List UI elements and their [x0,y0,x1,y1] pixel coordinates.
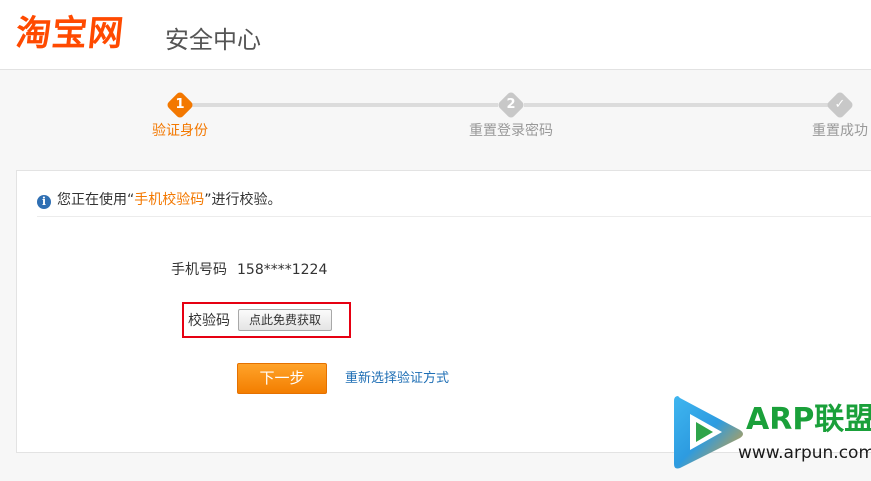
play-logo-icon [674,396,743,469]
step-2-label: 重置登录密码 [469,123,553,139]
phone-label: 手机号码 [171,262,227,278]
code-row-highlight: 校验码 点此免费获取 [182,302,351,338]
code-label: 校验码 [188,313,230,329]
progress-steps: 1 2 ✓ 验证身份 重置登录密码 重置成功 [0,70,871,170]
reselect-method-link[interactable]: 重新选择验证方式 [345,370,449,388]
checkmark-icon: ✓ [834,97,846,112]
notice-prefix: 您正在使用 [57,192,127,208]
watermark-brand: ARP联盟 [746,402,871,437]
notice-suffix: 进行校验。 [211,192,282,208]
step-1-number: 1 [175,97,185,112]
step-connector-2 [524,103,830,107]
divider [37,216,871,217]
step-1-marker: 1 [165,90,195,120]
notice-method: 手机校验码 [134,192,205,208]
next-step-button[interactable]: 下一步 [237,363,327,394]
taobao-logo[interactable]: 淘宝网 [14,12,127,56]
watermark: ARP联盟 www.arpun.com [668,388,871,477]
notice-close-quote: ” [204,192,212,208]
watermark-url: www.arpun.com [738,443,871,463]
verification-notice: i 您正在使用“手机校验码”进行校验。 [37,189,282,211]
page-subtitle: 安全中心 [165,26,261,54]
header: 淘宝网 安全中心 [0,0,871,70]
step-2-marker: 2 [496,90,526,120]
phone-row: 手机号码 158****1224 [171,260,327,280]
info-icon: i [37,195,51,209]
step-2-number: 2 [506,97,516,112]
step-3-label: 重置成功 [812,123,868,139]
step-connector-1 [192,103,498,107]
get-code-button[interactable]: 点此免费获取 [238,309,332,331]
phone-value: 158****1224 [237,262,328,278]
step-3-marker: ✓ [825,90,855,120]
step-1-label: 验证身份 [152,123,208,139]
